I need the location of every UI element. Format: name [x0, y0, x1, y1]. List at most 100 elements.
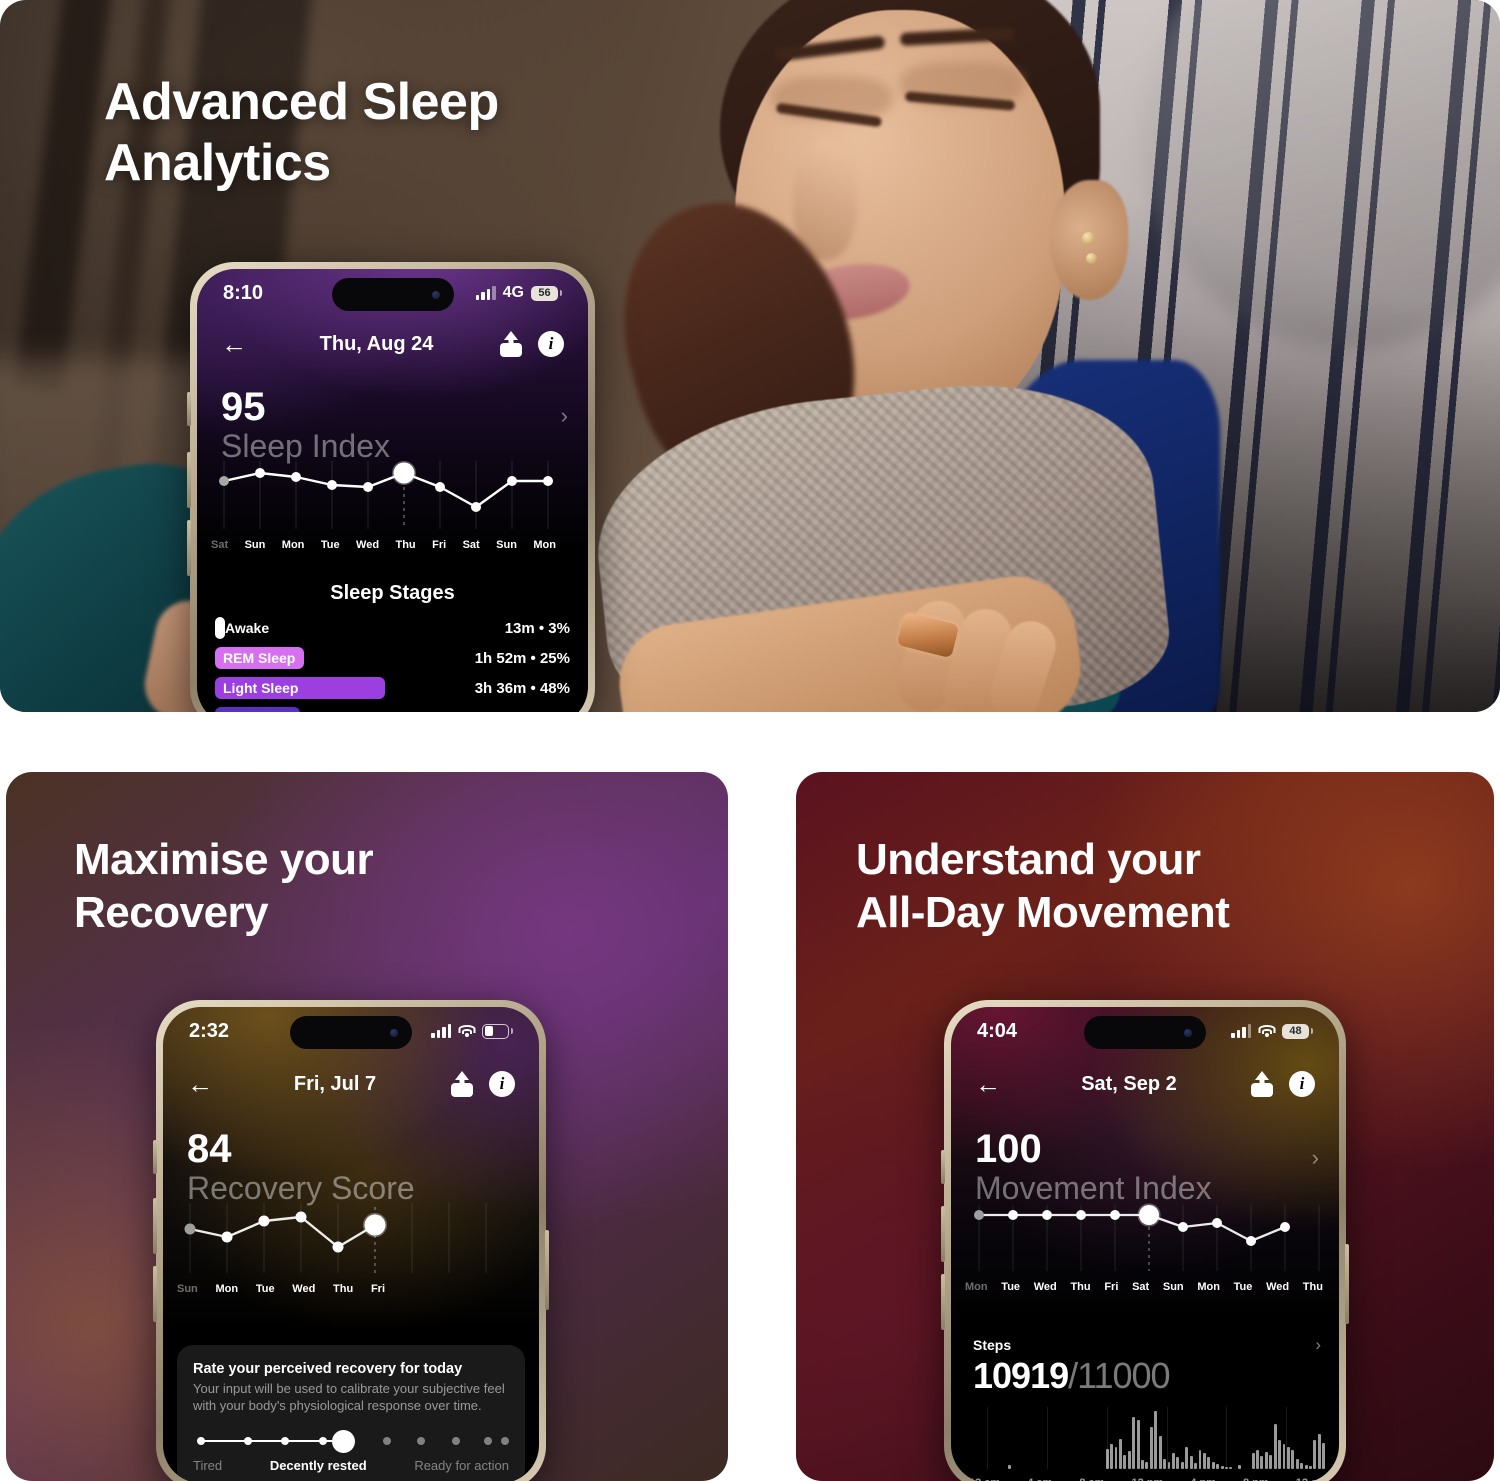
battery-tip: [1310, 1028, 1313, 1034]
slider-step-dot[interactable]: [319, 1437, 328, 1446]
sleep-headline-line-2: Analytics: [104, 134, 331, 193]
sleep-index-trend-chart[interactable]: Sat Sun Mon Tue Wed Thu Fri Sat Sun Mon: [211, 455, 556, 551]
steps-bar: [1171, 1453, 1175, 1469]
sleep-stage-row-deep[interactable]: Deep Sleep 1h 48m • 24%: [215, 707, 570, 712]
trend-day-label: Sun: [1162, 1281, 1184, 1293]
chart-gridline: [1046, 1407, 1048, 1469]
steps-count: 10919/11000: [973, 1355, 1171, 1397]
recovery-rating-slider[interactable]: [193, 1428, 509, 1454]
recovery-rating-card[interactable]: Rate your perceived recovery for today Y…: [177, 1345, 525, 1481]
steps-bar: [1176, 1457, 1180, 1469]
rating-label-right: Ready for action: [414, 1458, 509, 1474]
movement-index-value: 100: [975, 1127, 1042, 1171]
chevron-right-icon[interactable]: ›: [1315, 1335, 1321, 1355]
sleep-trend-day-labels: Sat Sun Mon Tue Wed Thu Fri Sat Sun Mon: [211, 539, 556, 551]
arrow-left-icon[interactable]: ←: [187, 1071, 221, 1097]
steps-tick-label: 12 pm: [1131, 1477, 1163, 1481]
status-bar-movement: 4:04 48: [951, 1007, 1339, 1055]
slider-step-dot[interactable]: [382, 1437, 391, 1446]
recovery-score-summary[interactable]: 84 Recovery Score: [187, 1129, 519, 1206]
steps-bar: [1132, 1416, 1136, 1469]
steps-bar: [1127, 1450, 1131, 1469]
status-indicators: [431, 1023, 513, 1039]
chart-gridline: [987, 1407, 989, 1469]
nav-date-label: Fri, Jul 7: [293, 1072, 377, 1095]
sleep-stage-value: 1h 48m • 24%: [475, 710, 570, 713]
steps-bar: [1322, 1442, 1326, 1469]
phone-mockup-recovery: 2:32 ← Fri, Jul 7 i 84 Recovery Score Su…: [153, 1000, 549, 1481]
recovery-headline-line-1: Maximise your: [74, 835, 374, 884]
movement-index-trend-chart[interactable]: Mon Tue Wed Thu Fri Sat Sun Mon Tue Wed …: [965, 1199, 1323, 1293]
steps-bar: [1211, 1461, 1215, 1469]
phone-button-mute[interactable]: [187, 392, 191, 426]
chevron-right-icon[interactable]: ›: [561, 403, 568, 429]
recovery-rating-labels: Tired Decently rested Ready for action: [193, 1458, 509, 1473]
info-icon[interactable]: i: [1289, 1071, 1315, 1097]
slider-step-dot[interactable]: [452, 1437, 461, 1446]
steps-bar: [1300, 1463, 1304, 1469]
slider-step-dot[interactable]: [281, 1437, 290, 1446]
slider-step-dot[interactable]: [501, 1437, 509, 1446]
battery-icon: 56: [531, 285, 562, 301]
promo-page: Advanced Sleep Analytics 8:10 4G 56 ← Th…: [0, 0, 1500, 1481]
sleep-stages-title: Sleep Stages: [330, 582, 455, 604]
phone-button-power[interactable]: [545, 1230, 549, 1310]
phone-button-volume-down[interactable]: [153, 1266, 157, 1322]
slider-handle[interactable]: [332, 1430, 356, 1454]
steps-bar: [1145, 1461, 1149, 1469]
phone-button-volume-down[interactable]: [187, 520, 191, 576]
info-icon[interactable]: i: [538, 331, 564, 357]
trend-day-label: Tue: [1233, 1281, 1253, 1293]
status-indicators: 48: [1231, 1023, 1313, 1039]
phone-mockup-sleep: 8:10 4G 56 ← Thu, Aug 24 i 95 Sleep Inde…: [187, 262, 595, 712]
info-icon[interactable]: i: [489, 1071, 515, 1097]
phone-button-mute[interactable]: [153, 1140, 157, 1174]
slider-step-dot[interactable]: [197, 1437, 205, 1446]
share-icon[interactable]: [1249, 1071, 1275, 1097]
phone-button-volume-up[interactable]: [187, 452, 191, 508]
steps-header[interactable]: Steps ›: [973, 1335, 1321, 1355]
chevron-right-icon[interactable]: ›: [1312, 1145, 1319, 1171]
wifi-icon: [1258, 1024, 1275, 1038]
sleep-index-summary[interactable]: 95 Sleep Index ›: [221, 387, 568, 464]
phone-button-volume-up[interactable]: [153, 1198, 157, 1254]
phone-screen-movement: 4:04 48 ← Sat, Sep 2 i 100 Movement Inde…: [951, 1007, 1339, 1481]
recovery-rating-title: Rate your perceived recovery for today: [193, 1361, 463, 1377]
phone-button-volume-up[interactable]: [941, 1206, 945, 1262]
trend-day-label: Sat: [462, 539, 480, 551]
slider-step-dot[interactable]: [483, 1437, 492, 1446]
battery-icon: [482, 1023, 513, 1039]
steps-bar: [1118, 1438, 1122, 1469]
status-bar-sleep: 8:10 4G 56: [197, 269, 588, 317]
steps-tick-label: 4 pm: [1190, 1477, 1216, 1481]
trend-day-label: Sun: [177, 1283, 198, 1295]
arrow-left-icon[interactable]: ←: [975, 1071, 1009, 1097]
steps-bar: [1260, 1455, 1264, 1469]
slider-step-dot[interactable]: [243, 1437, 252, 1446]
phone-button-volume-down[interactable]: [941, 1274, 945, 1330]
slider-step-dot[interactable]: [417, 1437, 426, 1446]
steps-bar: [1278, 1440, 1282, 1469]
trend-day-label: Fri: [432, 539, 447, 551]
steps-hourly-bar-chart[interactable]: [973, 1407, 1326, 1469]
rating-label-center: Decently rested: [269, 1458, 367, 1474]
steps-bar: [1141, 1460, 1144, 1469]
share-icon[interactable]: [498, 331, 524, 357]
movement-headline-line-2: All-Day Movement: [856, 887, 1230, 937]
phone-button-mute[interactable]: [941, 1150, 945, 1184]
cellular-signal-icon: [431, 1024, 451, 1038]
sleep-stage-row-rem[interactable]: REM Sleep 1h 52m • 25%: [215, 647, 570, 669]
phone-button-power[interactable]: [1345, 1244, 1349, 1324]
movement-index-summary[interactable]: 100 Movement Index ›: [975, 1129, 1319, 1206]
recovery-score-trend-chart[interactable]: Sun Mon Tue Wed Thu Fri: [177, 1197, 517, 1295]
steps-tick-label: 4 am: [1027, 1477, 1052, 1481]
chart-gridline: [1226, 1407, 1228, 1469]
nav-actions: i: [1249, 1071, 1315, 1097]
sleep-stage-row-light[interactable]: Light Sleep 3h 36m • 48%: [215, 677, 570, 699]
steps-bar: [1269, 1454, 1273, 1469]
sleep-stage-row-awake[interactable]: Awake 13m • 3%: [215, 617, 570, 639]
status-time: 4:04: [977, 1019, 1018, 1042]
share-icon[interactable]: [449, 1071, 475, 1097]
arrow-left-icon[interactable]: ←: [221, 331, 255, 357]
rating-label-left: Tired: [193, 1458, 223, 1474]
